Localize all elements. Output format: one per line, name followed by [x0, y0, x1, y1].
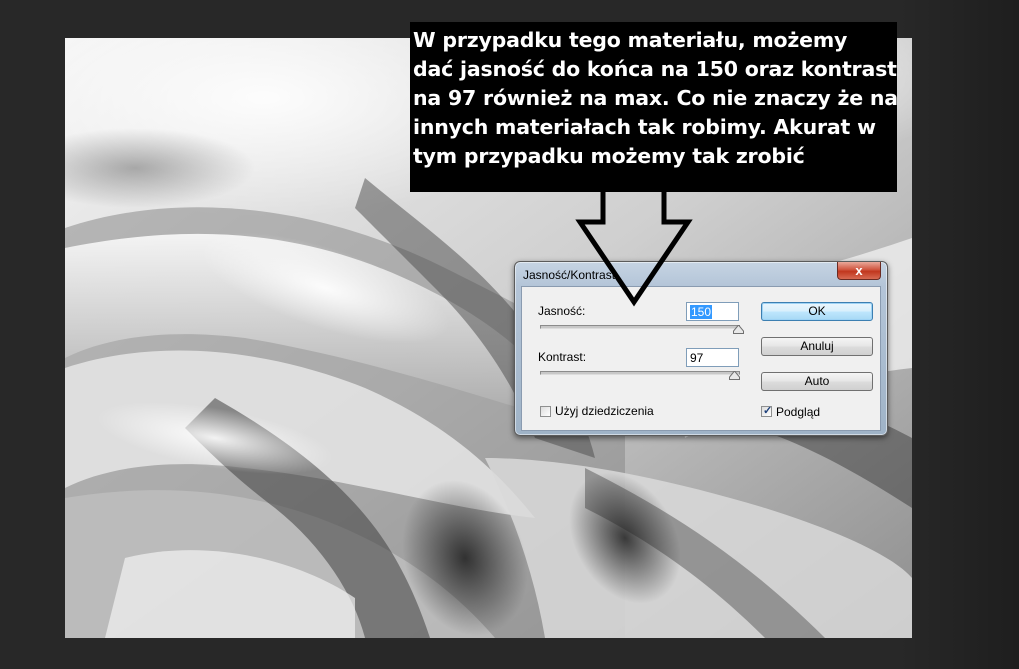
cancel-button[interactable]: Anuluj	[761, 337, 873, 356]
brightness-slider-track[interactable]	[540, 325, 740, 329]
close-button[interactable]: x	[837, 262, 881, 280]
annotation-line: W przypadku tego materiału, możemy	[413, 28, 848, 52]
annotation-line: na 97 również na max. Co nie znaczy że n…	[413, 86, 898, 110]
annotation-line: innych materiałach tak robimy. Akurat w	[413, 115, 876, 139]
preview-checkbox[interactable]: ✓	[761, 405, 773, 417]
contrast-slider-track[interactable]	[540, 371, 740, 375]
ok-button[interactable]: OK	[761, 302, 873, 321]
close-icon: x	[855, 263, 863, 278]
legacy-label: Użyj dziedziczenia	[555, 404, 654, 418]
checkmark-icon: ✓	[763, 405, 773, 417]
down-arrow-icon	[575, 190, 693, 307]
contrast-value: 97	[690, 351, 704, 365]
contrast-input[interactable]: 97	[686, 348, 739, 367]
annotation-box: W przypadku tego materiału, możemy dać j…	[410, 22, 898, 192]
auto-button[interactable]: Auto	[761, 372, 873, 391]
annotation-line: tym przypadku możemy tak zrobić	[413, 144, 805, 168]
contrast-label: Kontrast:	[538, 350, 587, 364]
legacy-checkbox[interactable]	[540, 406, 551, 417]
annotation-line: dać jasność do końca na 150 oraz kontras…	[413, 57, 897, 81]
contrast-slider-thumb[interactable]	[729, 371, 740, 380]
brightness-slider-thumb[interactable]	[733, 325, 744, 334]
preview-label: Podgląd	[776, 405, 821, 419]
